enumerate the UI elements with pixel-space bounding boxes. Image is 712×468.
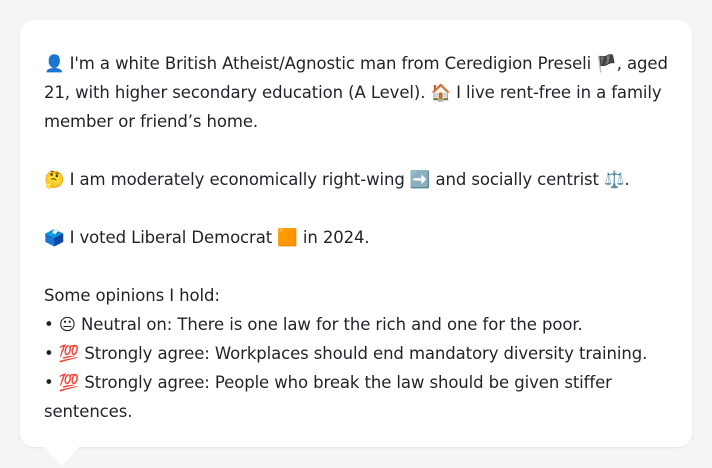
- bullet: •: [44, 373, 54, 392]
- person-icon: 👤: [44, 54, 65, 73]
- stance-text-a: I am moderately economically right-wing: [64, 170, 410, 189]
- balance-scale-icon: ⚖️: [604, 170, 625, 189]
- hundred-points-icon: 💯: [58, 344, 80, 363]
- bubble-tail: [44, 446, 80, 466]
- vote-text-a: I voted Liberal Democrat: [64, 228, 278, 247]
- opinion-item: • 💯 Strongly agree: Workplaces should en…: [44, 339, 668, 368]
- orange-square-icon: 🟧: [277, 228, 298, 247]
- opinion-text: Neutral on: There is one law for the ric…: [75, 315, 583, 334]
- opinion-text: Strongly agree: Workplaces should end ma…: [79, 344, 648, 363]
- stance-text-b: and socially centrist: [430, 170, 605, 189]
- hundred-points-icon: 💯: [58, 373, 80, 392]
- ballot-box-icon: 🗳️: [44, 228, 65, 247]
- vote-paragraph: 🗳️ I voted Liberal Democrat 🟧 in 2024.: [44, 223, 668, 252]
- right-arrow-icon: ➡️: [409, 170, 431, 189]
- stance-paragraph: 🤔 I am moderately economically right-win…: [44, 165, 668, 194]
- vote-text-b: in 2024.: [297, 228, 370, 247]
- bullet: •: [44, 344, 54, 363]
- thinking-face-icon: 🤔: [44, 170, 65, 189]
- intro-paragraph: 👤 I'm a white British Atheist/Agnostic m…: [44, 49, 668, 136]
- opinion-item: • 💯 Strongly agree: People who break the…: [44, 368, 668, 426]
- opinion-text: Strongly agree: People who break the law…: [44, 373, 612, 421]
- message-bubble: 👤 I'm a white British Atheist/Agnostic m…: [20, 20, 692, 447]
- house-icon: 🏠: [430, 83, 452, 102]
- opinion-item: • 😐 Neutral on: There is one law for the…: [44, 310, 668, 339]
- intro-text-a: I'm a white British Atheist/Agnostic man…: [64, 54, 597, 73]
- opinions-heading: Some opinions I hold:: [44, 286, 220, 305]
- stance-text-c: .: [624, 170, 630, 189]
- wales-flag-icon: 🏴: [596, 54, 617, 73]
- neutral-face-icon: 😐: [58, 315, 76, 334]
- bullet: •: [44, 315, 54, 334]
